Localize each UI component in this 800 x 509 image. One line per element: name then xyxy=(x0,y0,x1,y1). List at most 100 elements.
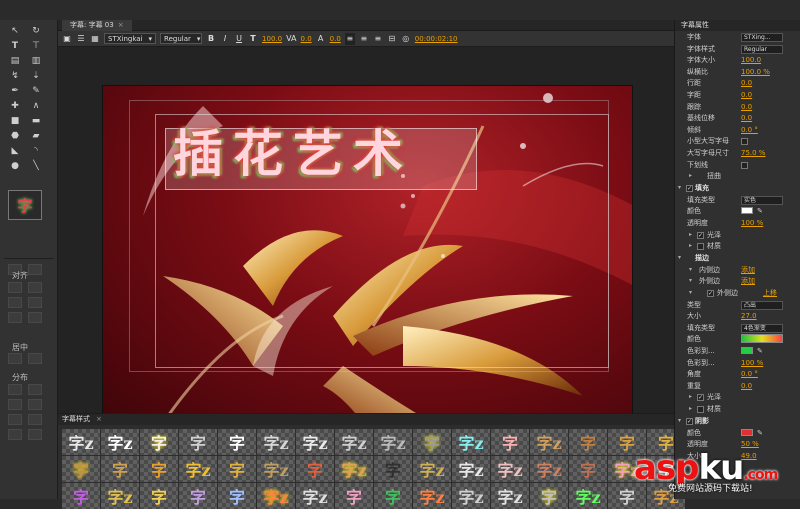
property-value[interactable]: 0.0 ° xyxy=(741,369,758,379)
style-swatch[interactable]: 字z xyxy=(179,456,217,482)
rounded-corner-rectangle-tool-icon[interactable]: ▰ xyxy=(27,129,45,142)
color-swatch[interactable] xyxy=(741,207,753,215)
style-swatch[interactable]: 字z xyxy=(530,429,568,455)
style-swatch[interactable]: 字 xyxy=(218,429,256,455)
property-value[interactable]: 0.0 ° xyxy=(741,125,758,135)
style-swatch[interactable]: 字z xyxy=(335,429,373,455)
section-expander-icon[interactable]: ▾ xyxy=(678,183,681,193)
style-swatch[interactable]: 字 xyxy=(530,483,568,509)
rounded-rectangle-tool-icon[interactable]: ▬ xyxy=(27,114,45,127)
style-swatch[interactable]: 字 xyxy=(179,483,217,509)
arc-tool-icon[interactable]: ◝ xyxy=(27,144,45,157)
align-left-text-icon[interactable]: ≡ xyxy=(344,32,355,45)
property-value[interactable]: 100.0 % xyxy=(741,67,770,77)
vertical-path-type-tool-icon[interactable]: ⇣ xyxy=(27,69,45,82)
vertical-type-tool-icon[interactable]: ⊤ xyxy=(27,39,45,52)
type-tool-icon[interactable]: T xyxy=(6,39,24,52)
close-icon[interactable]: × xyxy=(118,21,124,29)
style-swatch[interactable]: 字 xyxy=(569,456,607,482)
style-swatch[interactable]: 字z xyxy=(491,483,529,509)
distribute-button-1[interactable] xyxy=(8,384,22,395)
style-swatch[interactable]: 字z xyxy=(257,483,295,509)
expander-icon[interactable]: ▸ xyxy=(689,230,692,240)
show-background-video-icon[interactable]: ◎ xyxy=(401,33,411,45)
property-dropdown[interactable]: 实色 xyxy=(741,195,783,205)
style-swatch[interactable]: 字 xyxy=(491,429,529,455)
path-type-tool-icon[interactable]: ↯ xyxy=(6,69,24,82)
color-swatch[interactable] xyxy=(741,347,753,354)
style-swatch[interactable]: 字z xyxy=(101,483,139,509)
rectangle-tool-icon[interactable]: ■ xyxy=(6,114,24,127)
property-link[interactable]: 添加 xyxy=(741,265,755,275)
expander-icon[interactable]: ▸ xyxy=(689,392,692,402)
property-link[interactable]: 添加 xyxy=(741,276,755,286)
vertical-area-type-tool-icon[interactable]: ▥ xyxy=(27,54,45,67)
add-anchor-tool-icon[interactable]: ✚ xyxy=(6,99,24,112)
align-bottom-button[interactable] xyxy=(28,312,42,323)
property-checkbox[interactable] xyxy=(697,243,704,251)
property-value[interactable]: 0.0 xyxy=(741,381,752,391)
styles-tab[interactable]: 字幕样式 × xyxy=(58,414,674,425)
align-center-h-button[interactable] xyxy=(8,297,22,308)
property-dropdown[interactable]: STXing... xyxy=(741,33,783,42)
section-expander-icon[interactable]: ▾ xyxy=(678,253,681,263)
video-frame-canvas[interactable]: 插花艺术 xyxy=(102,85,633,422)
property-value[interactable]: 100 % xyxy=(741,218,763,228)
eyedropper-icon[interactable]: ✎ xyxy=(757,346,763,356)
align-center-v-button[interactable] xyxy=(28,297,42,308)
distribute-button-3[interactable] xyxy=(8,399,22,410)
property-checkbox[interactable]: ✓ xyxy=(697,394,704,402)
area-type-tool-icon[interactable]: ▤ xyxy=(6,54,24,67)
style-swatch[interactable]: 字 xyxy=(296,456,334,482)
ellipse-tool-icon[interactable]: ● xyxy=(6,159,24,172)
property-checkbox[interactable]: ✓ xyxy=(697,231,704,239)
style-swatch[interactable]: 字 xyxy=(62,456,100,482)
style-swatch[interactable]: 字z xyxy=(296,483,334,509)
property-value[interactable]: 0.0 xyxy=(741,90,752,100)
style-swatch[interactable]: 字 xyxy=(374,483,412,509)
italic-icon[interactable]: I xyxy=(220,33,230,45)
style-swatch[interactable]: 字z xyxy=(374,429,412,455)
property-value[interactable]: 75.0 % xyxy=(741,148,765,158)
section-checkbox[interactable]: ✓ xyxy=(686,417,693,425)
center-horizontal-button[interactable] xyxy=(8,353,22,364)
new-title-icon[interactable]: ▣ xyxy=(62,33,72,45)
font-style-select[interactable]: Regular ▾ xyxy=(160,33,203,44)
property-value[interactable]: 100 % xyxy=(741,358,763,368)
style-swatch[interactable]: 字 xyxy=(413,429,451,455)
property-value[interactable]: 27.0 xyxy=(741,311,757,321)
delete-anchor-tool-icon[interactable]: ✎ xyxy=(27,84,45,97)
underline-icon[interactable]: U xyxy=(234,33,244,45)
style-swatch[interactable]: 字z xyxy=(257,456,295,482)
align-left-button[interactable] xyxy=(8,282,22,293)
gradient-editor[interactable] xyxy=(741,334,783,344)
tab-stops-icon[interactable]: ⊟ xyxy=(387,33,397,45)
close-icon[interactable]: × xyxy=(96,415,102,423)
style-swatch[interactable]: 字z xyxy=(569,483,607,509)
leading-value[interactable]: 0.0 xyxy=(330,35,341,43)
eyedropper-icon[interactable]: ✎ xyxy=(757,428,763,438)
property-value[interactable]: 0.0 xyxy=(741,78,752,88)
style-swatch[interactable]: 字z xyxy=(452,483,490,509)
style-swatch[interactable]: 字z xyxy=(491,456,529,482)
section-expander-icon[interactable]: ▾ xyxy=(678,416,681,426)
color-swatch[interactable] xyxy=(741,428,753,436)
templates-icon[interactable]: ▦ xyxy=(90,33,100,45)
title-text-object[interactable]: 插花艺术 xyxy=(173,122,473,186)
property-checkbox[interactable] xyxy=(741,138,748,146)
distribute-button-4[interactable] xyxy=(28,399,42,410)
properties-tab[interactable]: 字幕属性 xyxy=(675,20,800,31)
property-value[interactable]: 0.0 xyxy=(741,113,752,123)
timecode-value[interactable]: 00:00:02:10 xyxy=(415,35,458,43)
style-swatch[interactable]: 字 xyxy=(62,483,100,509)
style-swatch[interactable]: 字z xyxy=(530,456,568,482)
property-value[interactable]: 100.0 xyxy=(741,55,761,65)
font-family-select[interactable]: STXingkai ▾ xyxy=(104,33,157,44)
style-swatch[interactable]: 字z xyxy=(413,456,451,482)
style-swatch[interactable]: 字z xyxy=(452,456,490,482)
expander-icon[interactable]: ▾ xyxy=(689,276,692,286)
center-vertical-button[interactable] xyxy=(28,353,42,364)
convert-anchor-tool-icon[interactable]: ∧ xyxy=(27,99,45,112)
selection-tool-icon[interactable]: ↖ xyxy=(6,24,24,37)
rotate-tool-icon[interactable]: ↻ xyxy=(27,24,45,37)
